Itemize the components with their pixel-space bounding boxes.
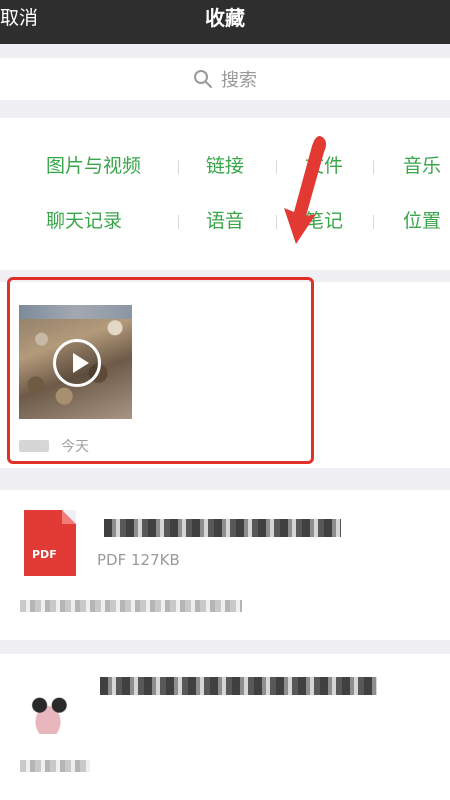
search-placeholder: 搜索	[221, 70, 257, 91]
blurred-chat-meta	[20, 760, 90, 772]
pdf-fold	[62, 510, 76, 524]
category-photos-videos[interactable]: 图片与视频	[46, 154, 141, 178]
divider	[373, 160, 374, 174]
nav-bar: 取消 收藏	[0, 0, 450, 44]
red-arrow-annotation	[284, 136, 327, 244]
category-panel: 图片与视频 链接 文件 音乐 聊天记录 语音 笔记 位置	[0, 118, 450, 270]
category-voice[interactable]: 语音	[206, 209, 244, 233]
divider	[373, 215, 374, 229]
pdf-badge: PDF	[32, 548, 57, 561]
divider	[178, 160, 179, 174]
category-links[interactable]: 链接	[206, 154, 244, 178]
search-bar[interactable]: 搜索	[0, 58, 450, 100]
category-chat-history[interactable]: 聊天记录	[46, 209, 122, 233]
search-icon	[194, 70, 212, 88]
avatar	[20, 686, 76, 734]
category-music[interactable]: 音乐	[403, 154, 441, 178]
divider	[178, 215, 179, 229]
blurred-file-source	[20, 600, 242, 612]
category-location[interactable]: 位置	[403, 209, 441, 233]
highlight-box	[7, 277, 314, 464]
blurred-file-name	[104, 519, 341, 537]
page-title: 收藏	[205, 6, 245, 30]
blurred-chat-title	[100, 677, 377, 695]
pdf-file-icon: PDF	[24, 510, 76, 576]
file-info: PDF 127KB	[97, 551, 180, 569]
